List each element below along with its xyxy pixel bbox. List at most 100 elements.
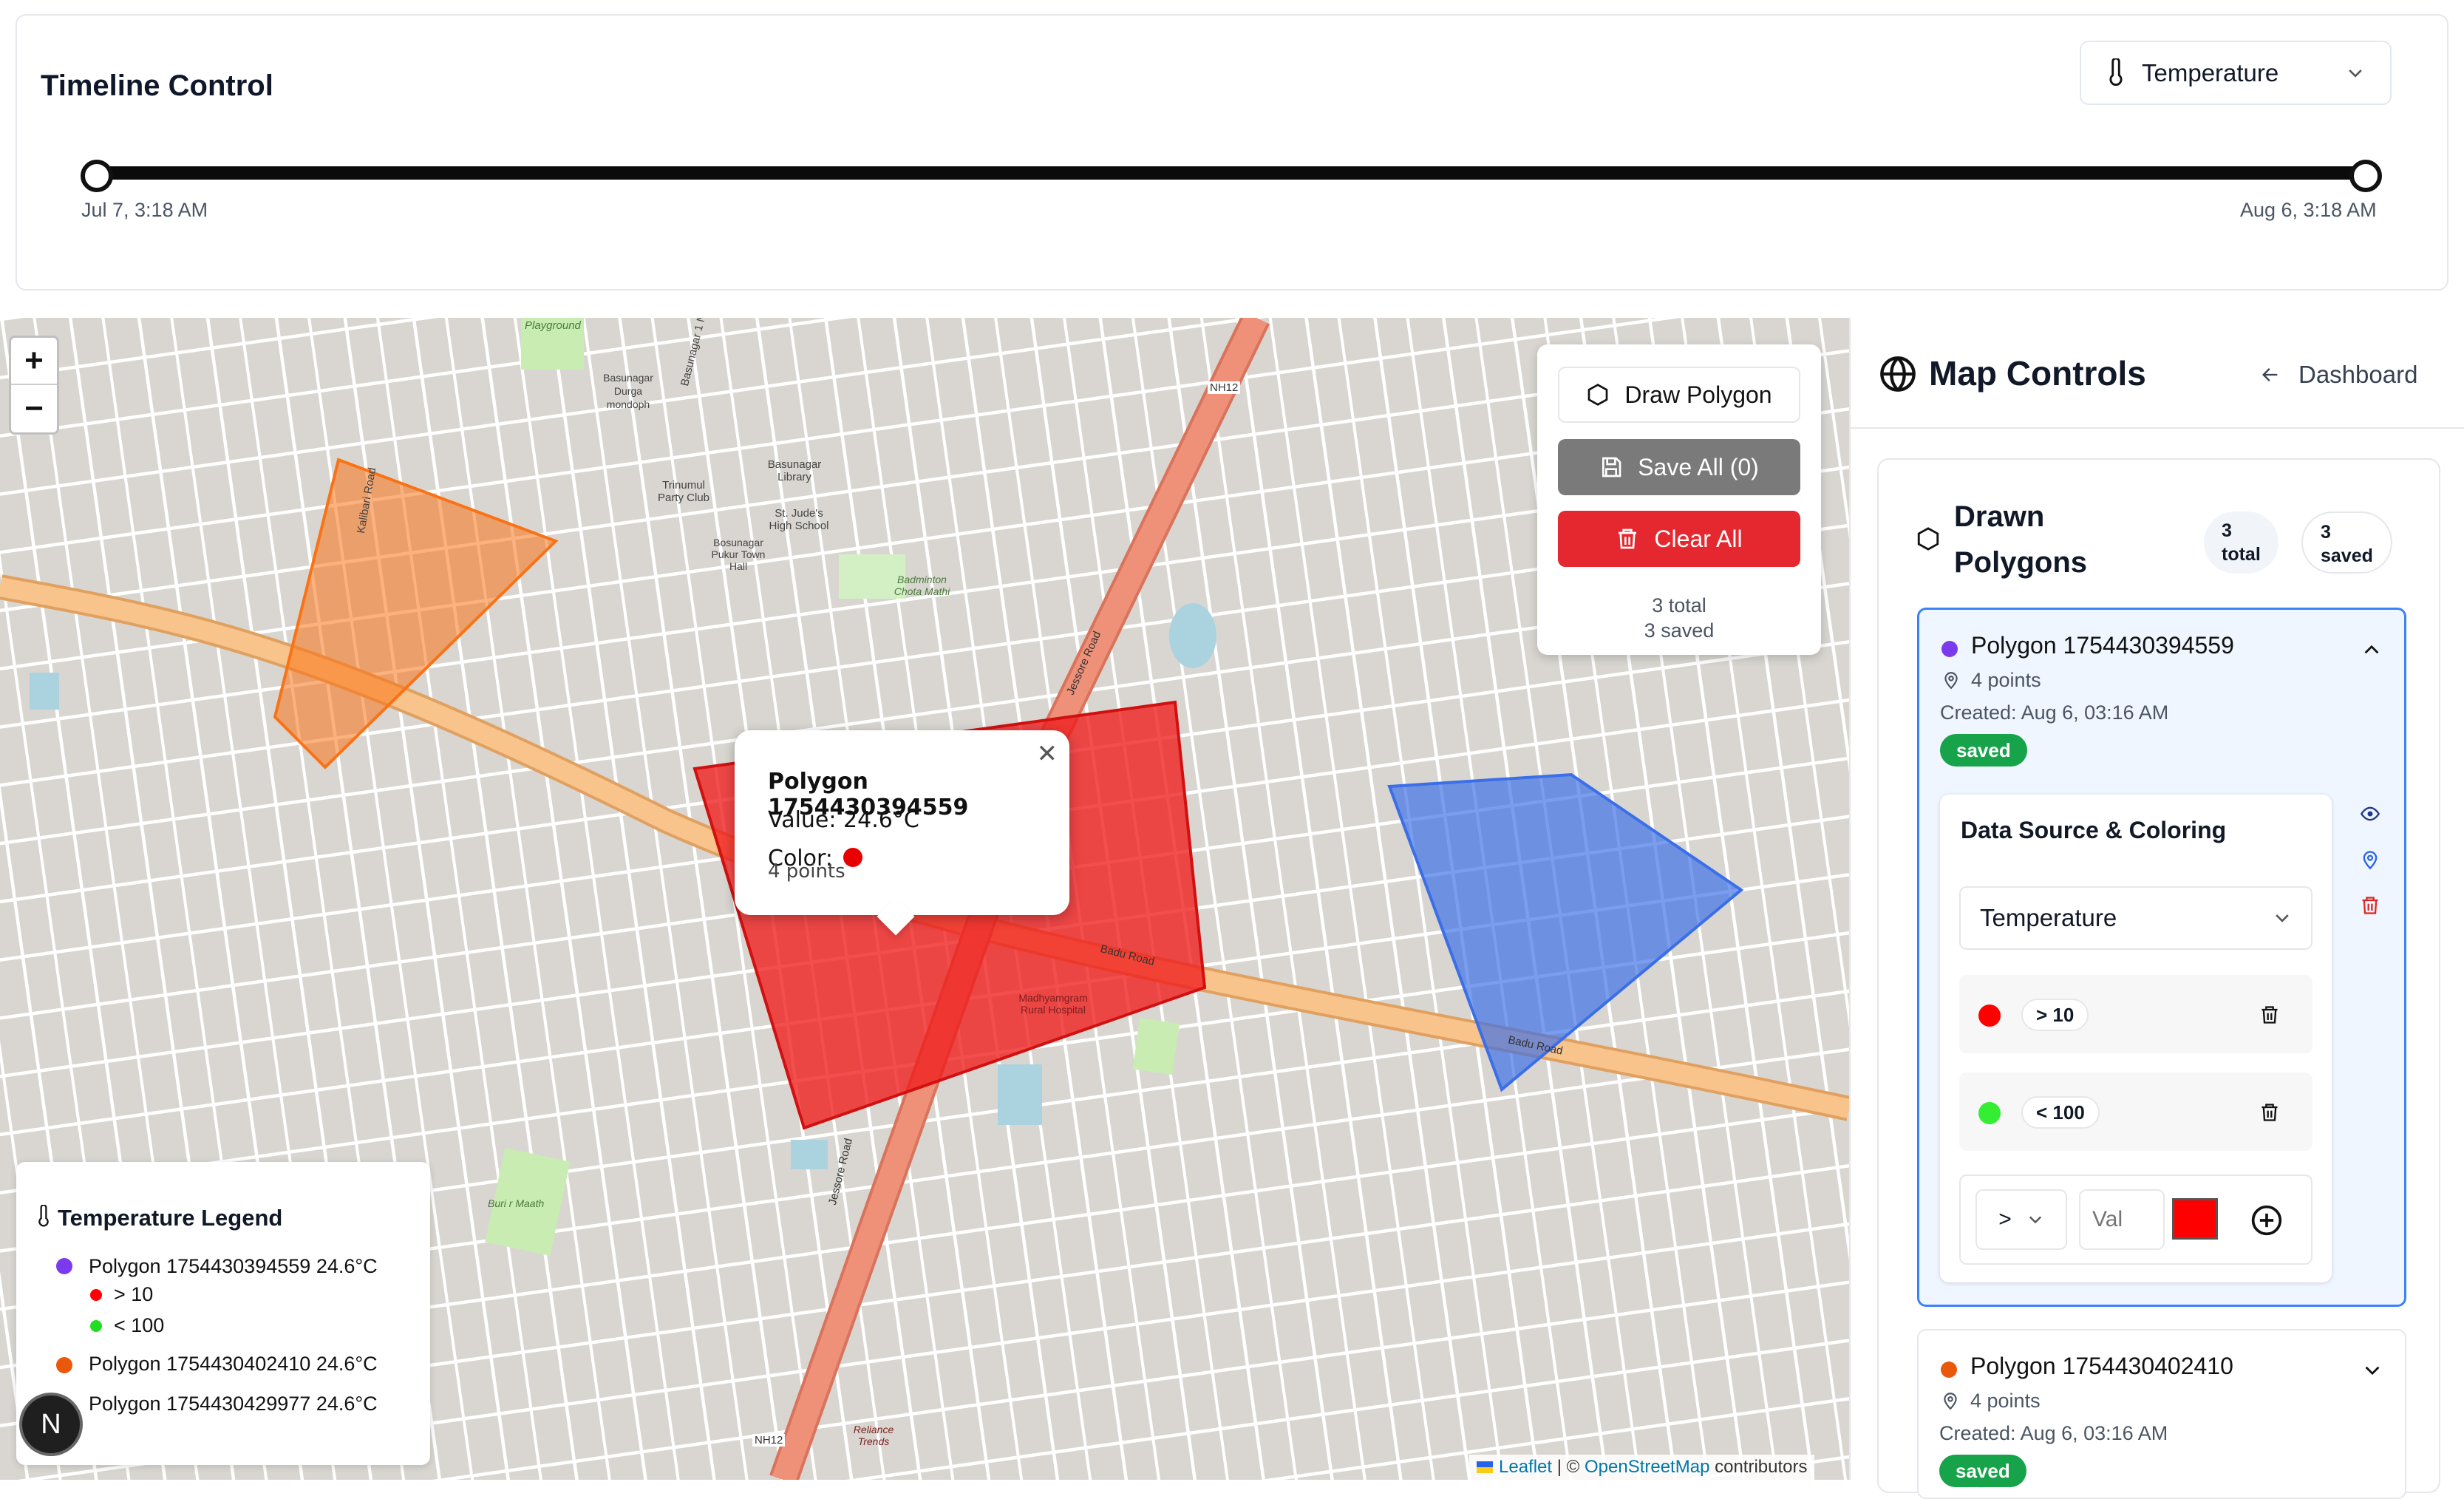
map-canvas[interactable]: Playground Basunagar Durga mondoph Basun… — [0, 318, 1849, 1480]
ukraine-flag-icon — [1477, 1461, 1493, 1473]
polygon-color-dot — [1941, 1362, 1957, 1378]
status-badge: saved — [1940, 734, 2027, 767]
n-avatar-button[interactable]: N — [19, 1393, 83, 1456]
timeline-start-handle[interactable] — [81, 160, 113, 192]
trash-icon[interactable] — [2259, 1005, 2280, 1025]
trash-icon[interactable] — [2360, 895, 2380, 916]
eye-icon[interactable] — [2360, 803, 2380, 824]
legend-rule-dot — [90, 1320, 102, 1332]
map-label: St. Jude's High School — [769, 507, 829, 532]
legend-item: Polygon 1754430402410 24.6°C — [89, 1353, 378, 1376]
dashboard-link[interactable]: Dashboard — [2260, 361, 2417, 389]
map-pin-icon[interactable] — [2360, 849, 2380, 870]
map-pin-icon — [1944, 672, 1958, 690]
attribution-suffix: contributors — [1709, 1457, 1808, 1477]
zoom-in-button[interactable]: + — [11, 338, 57, 385]
dashboard-link-label: Dashboard — [2298, 361, 2418, 388]
drawn-polygons-title: Drawn Polygons — [1954, 500, 2088, 579]
rule-value-input[interactable] — [2079, 1189, 2165, 1250]
polygon-name: Polygon 1754430394559 — [1971, 632, 2234, 659]
add-rule-row: > — [1959, 1175, 2312, 1265]
add-circle-icon[interactable] — [2250, 1204, 2283, 1237]
total-count-number: 3 — [2222, 520, 2232, 541]
draw-polygon-button[interactable]: Draw Polygon — [1558, 367, 1800, 423]
map-label: Reliance Trends — [853, 1424, 894, 1447]
legend-item: Polygon 1754430429977 24.6°C — [89, 1393, 378, 1415]
rule-color-dot — [1978, 1005, 2001, 1027]
map-label: Badminton Chota Mathi — [894, 574, 950, 597]
timeline-end-handle[interactable] — [2349, 160, 2382, 192]
osm-link[interactable]: OpenStreetMap — [1585, 1457, 1709, 1478]
save-all-label: Save All (0) — [1638, 453, 1759, 480]
map-attribution: Leaflet | © OpenStreetMap contributors — [1469, 1455, 1815, 1480]
total-count-pill: 3 total — [2204, 511, 2278, 574]
clear-all-button[interactable]: Clear All — [1558, 511, 1800, 567]
map-label: Basunagar Durga mondoph — [603, 372, 653, 410]
metric-select[interactable]: Temperature — [2080, 41, 2392, 105]
polygon-points: 4 points — [1971, 669, 2041, 691]
color-picker[interactable] — [2172, 1198, 2218, 1240]
legend-color-dot — [56, 1258, 72, 1274]
save-all-button[interactable]: Save All (0) — [1558, 439, 1800, 495]
draw-toolbar: Draw Polygon Save All (0) Clear All 3 to… — [1537, 344, 1821, 655]
polygon-created: Created: Aug 6, 03:16 AM — [1940, 701, 2169, 724]
timeline-title: Timeline Control — [41, 69, 273, 102]
legend-color-dot — [56, 1357, 72, 1373]
hexagon-icon — [1588, 384, 1608, 406]
map-label: Bosunagar Pukur Town Hall — [711, 537, 766, 572]
map-label: Madhyamgram Rural Hospital — [1018, 992, 1088, 1016]
operator-select[interactable]: > — [1975, 1189, 2067, 1250]
polygon-card[interactable]: Polygon 1754430394559 4 points Created: … — [1917, 608, 2406, 1307]
arrow-left-icon — [2262, 368, 2278, 381]
zoom-out-button[interactable]: − — [11, 385, 57, 432]
thermometer-icon — [38, 1205, 49, 1227]
map-pin-icon — [1944, 1393, 1957, 1410]
rule-condition: < 100 — [2021, 1096, 2100, 1129]
chevron-down-icon — [2276, 914, 2289, 922]
timeline-start-label: Jul 7, 3:18 AM — [81, 199, 208, 221]
save-icon — [1602, 457, 1621, 477]
color-rule-row: < 100 — [1959, 1073, 2312, 1151]
polygon-color-dot — [1941, 641, 1958, 657]
trash-icon[interactable] — [2259, 1102, 2280, 1123]
popup-close-icon[interactable]: ✕ — [1037, 739, 1058, 769]
polygon-card[interactable]: Polygon 1754430402410 4 points Created: … — [1917, 1329, 2406, 1499]
legend-item-name: Polygon 1754430402410 — [89, 1353, 311, 1375]
chevron-down-icon[interactable] — [2362, 1360, 2383, 1381]
legend-item-value: 24.6°C — [316, 1393, 378, 1415]
map-label: NH12 — [1208, 381, 1241, 394]
status-badge: saved — [1939, 1455, 2026, 1487]
saved-count-number: 3 — [2321, 522, 2331, 543]
total-count-label: total — [2222, 544, 2261, 565]
zoom-control: + − — [9, 336, 59, 435]
legend-item-value: 24.6°C — [316, 1353, 378, 1375]
sidebar-title: Map Controls — [1929, 354, 2146, 392]
timeline-end-label: Aug 6, 3:18 AM — [2240, 199, 2377, 221]
polygon-popup: ✕ Polygon 1754430394559 Value: 24.6°C Co… — [735, 730, 1069, 915]
hexagon-icon — [1917, 527, 1939, 551]
rule-condition: > 10 — [2021, 999, 2089, 1031]
data-source-select[interactable]: Temperature — [1959, 886, 2312, 950]
legend-item-value: 24.6°C — [316, 1255, 378, 1277]
draw-polygon-label: Draw Polygon — [1624, 381, 1772, 408]
trash-icon — [1619, 528, 1637, 549]
chevron-up-icon[interactable] — [2361, 639, 2382, 660]
leaflet-link[interactable]: Leaflet — [1499, 1457, 1552, 1478]
attribution-separator: | © — [1552, 1457, 1585, 1477]
map-label: Playground — [525, 319, 581, 332]
popup-color-dot — [843, 848, 862, 867]
data-source-value: Temperature — [1980, 904, 2117, 931]
thermometer-icon — [2109, 58, 2123, 86]
map-label: Buri r Maath — [488, 1197, 545, 1209]
clear-all-label: Clear All — [1654, 525, 1743, 552]
legend-rule-label: < 100 — [114, 1314, 165, 1336]
rule-color-dot — [1978, 1102, 2001, 1124]
map-label: NH12 — [752, 1434, 786, 1447]
timeline-range-track[interactable] — [81, 166, 2365, 180]
chevron-down-icon — [2349, 69, 2362, 78]
map-label: Basunagar Library — [767, 458, 822, 483]
popup-points: 4 points — [768, 860, 845, 883]
polygon-name: Polygon 1754430402410 — [1970, 1353, 2233, 1379]
legend-item-name: Polygon 1754430429977 — [89, 1393, 311, 1415]
polygon-created: Created: Aug 6, 03:16 AM — [1939, 1422, 2168, 1444]
